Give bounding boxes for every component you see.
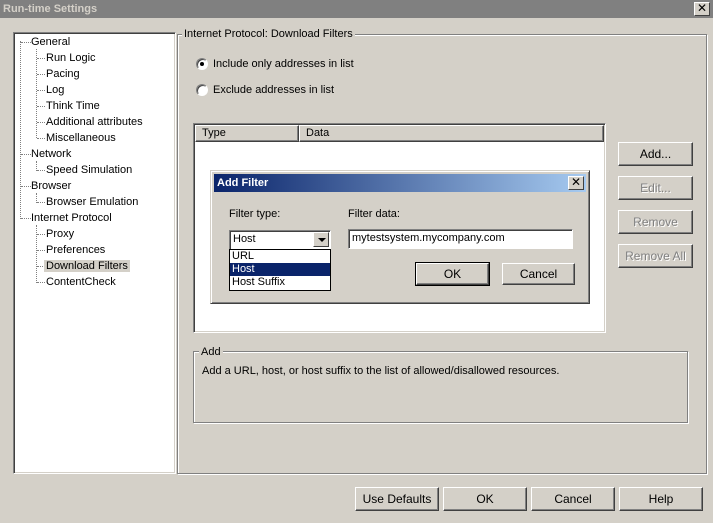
tree-item-log[interactable]: Log bbox=[46, 84, 64, 98]
panel-title: Internet Protocol: Download Filters bbox=[182, 28, 355, 41]
column-header-data[interactable]: Data bbox=[299, 125, 604, 142]
close-icon: ✕ bbox=[696, 1, 708, 15]
window-close-button[interactable]: ✕ bbox=[694, 2, 710, 16]
tree-item-browser-emulation[interactable]: Browser Emulation bbox=[46, 196, 138, 210]
description-title: Add bbox=[199, 346, 223, 359]
tree-item-internet-protocol[interactable]: Internet Protocol bbox=[31, 212, 112, 226]
window-title: Run-time Settings bbox=[3, 3, 98, 15]
filter-data-value: mytestsystem.mycompany.com bbox=[352, 232, 505, 244]
dialog-ok-button[interactable]: OK bbox=[415, 262, 490, 286]
tree-connector bbox=[21, 218, 31, 219]
use-defaults-button[interactable]: Use Defaults bbox=[355, 487, 439, 511]
help-button[interactable]: Help bbox=[619, 487, 703, 511]
filter-data-label: Filter data: bbox=[348, 208, 400, 220]
chevron-down-icon[interactable] bbox=[313, 232, 329, 247]
tree-connector bbox=[36, 49, 37, 138]
tree-item-browser[interactable]: Browser bbox=[31, 180, 71, 194]
add-button[interactable]: Add... bbox=[618, 142, 693, 166]
remove-button[interactable]: Remove bbox=[618, 210, 693, 234]
dropdown-option-url[interactable]: URL bbox=[230, 250, 330, 263]
tree-item-proxy[interactable]: Proxy bbox=[46, 228, 74, 242]
filter-data-input[interactable]: mytestsystem.mycompany.com bbox=[348, 229, 573, 249]
filter-type-label: Filter type: bbox=[229, 208, 281, 220]
tree-connector bbox=[37, 170, 45, 171]
settings-tree[interactable]: General Run Logic Pacing Log Think Time … bbox=[13, 32, 176, 474]
filter-type-dropdown-list[interactable]: URL Host Host Suffix bbox=[229, 249, 331, 291]
tree-connector bbox=[21, 42, 31, 43]
tree-connector bbox=[37, 122, 45, 123]
tree-connector bbox=[37, 282, 45, 283]
exclude-label[interactable]: Exclude addresses in list bbox=[213, 84, 334, 97]
tree-connector bbox=[37, 58, 45, 59]
dropdown-option-host[interactable]: Host bbox=[230, 263, 330, 276]
remove-all-button[interactable]: Remove All bbox=[618, 244, 693, 268]
edit-button[interactable]: Edit... bbox=[618, 176, 693, 200]
tree-connector bbox=[37, 234, 45, 235]
tree-item-additional-attributes[interactable]: Additional attributes bbox=[46, 116, 143, 130]
filter-type-select[interactable]: Host bbox=[229, 230, 331, 250]
exclude-radio[interactable] bbox=[196, 84, 208, 96]
tree-item-miscellaneous[interactable]: Miscellaneous bbox=[46, 132, 116, 146]
dialog-title-bar: Add Filter ✕ bbox=[214, 174, 586, 192]
tree-item-think-time[interactable]: Think Time bbox=[46, 100, 100, 114]
tree-item-network[interactable]: Network bbox=[31, 148, 71, 162]
dialog-title: Add Filter bbox=[217, 177, 269, 189]
column-header-type[interactable]: Type bbox=[195, 125, 299, 142]
dialog-close-button[interactable]: ✕ bbox=[568, 176, 584, 190]
tree-item-download-filters[interactable]: Download Filters bbox=[44, 260, 130, 274]
tree-connector bbox=[37, 90, 45, 91]
description-group bbox=[193, 351, 688, 423]
tree-item-pacing[interactable]: Pacing bbox=[46, 68, 80, 82]
close-icon: ✕ bbox=[570, 175, 582, 189]
tree-item-run-logic[interactable]: Run Logic bbox=[46, 52, 96, 66]
tree-connector bbox=[21, 186, 31, 187]
tree-connector bbox=[37, 74, 45, 75]
ok-button[interactable]: OK bbox=[443, 487, 527, 511]
tree-item-speed-simulation[interactable]: Speed Simulation bbox=[46, 164, 132, 178]
tree-item-general[interactable]: General bbox=[31, 36, 70, 50]
filter-type-value: Host bbox=[233, 233, 256, 245]
dropdown-option-host-suffix[interactable]: Host Suffix bbox=[230, 276, 330, 289]
tree-connector bbox=[37, 138, 45, 139]
tree-item-preferences[interactable]: Preferences bbox=[46, 244, 105, 258]
tree-connector bbox=[37, 202, 45, 203]
description-text: Add a URL, host, or host suffix to the l… bbox=[202, 365, 560, 377]
dialog-cancel-button[interactable]: Cancel bbox=[502, 263, 575, 285]
tree-connector bbox=[37, 250, 45, 251]
window-title-bar: Run-time Settings ✕ bbox=[0, 0, 713, 18]
include-only-label[interactable]: Include only addresses in list bbox=[213, 58, 354, 71]
include-only-radio[interactable] bbox=[196, 58, 208, 70]
tree-connector bbox=[20, 41, 21, 219]
tree-connector bbox=[21, 154, 31, 155]
tree-connector bbox=[37, 106, 45, 107]
cancel-button[interactable]: Cancel bbox=[531, 487, 615, 511]
tree-item-contentcheck[interactable]: ContentCheck bbox=[46, 276, 116, 290]
